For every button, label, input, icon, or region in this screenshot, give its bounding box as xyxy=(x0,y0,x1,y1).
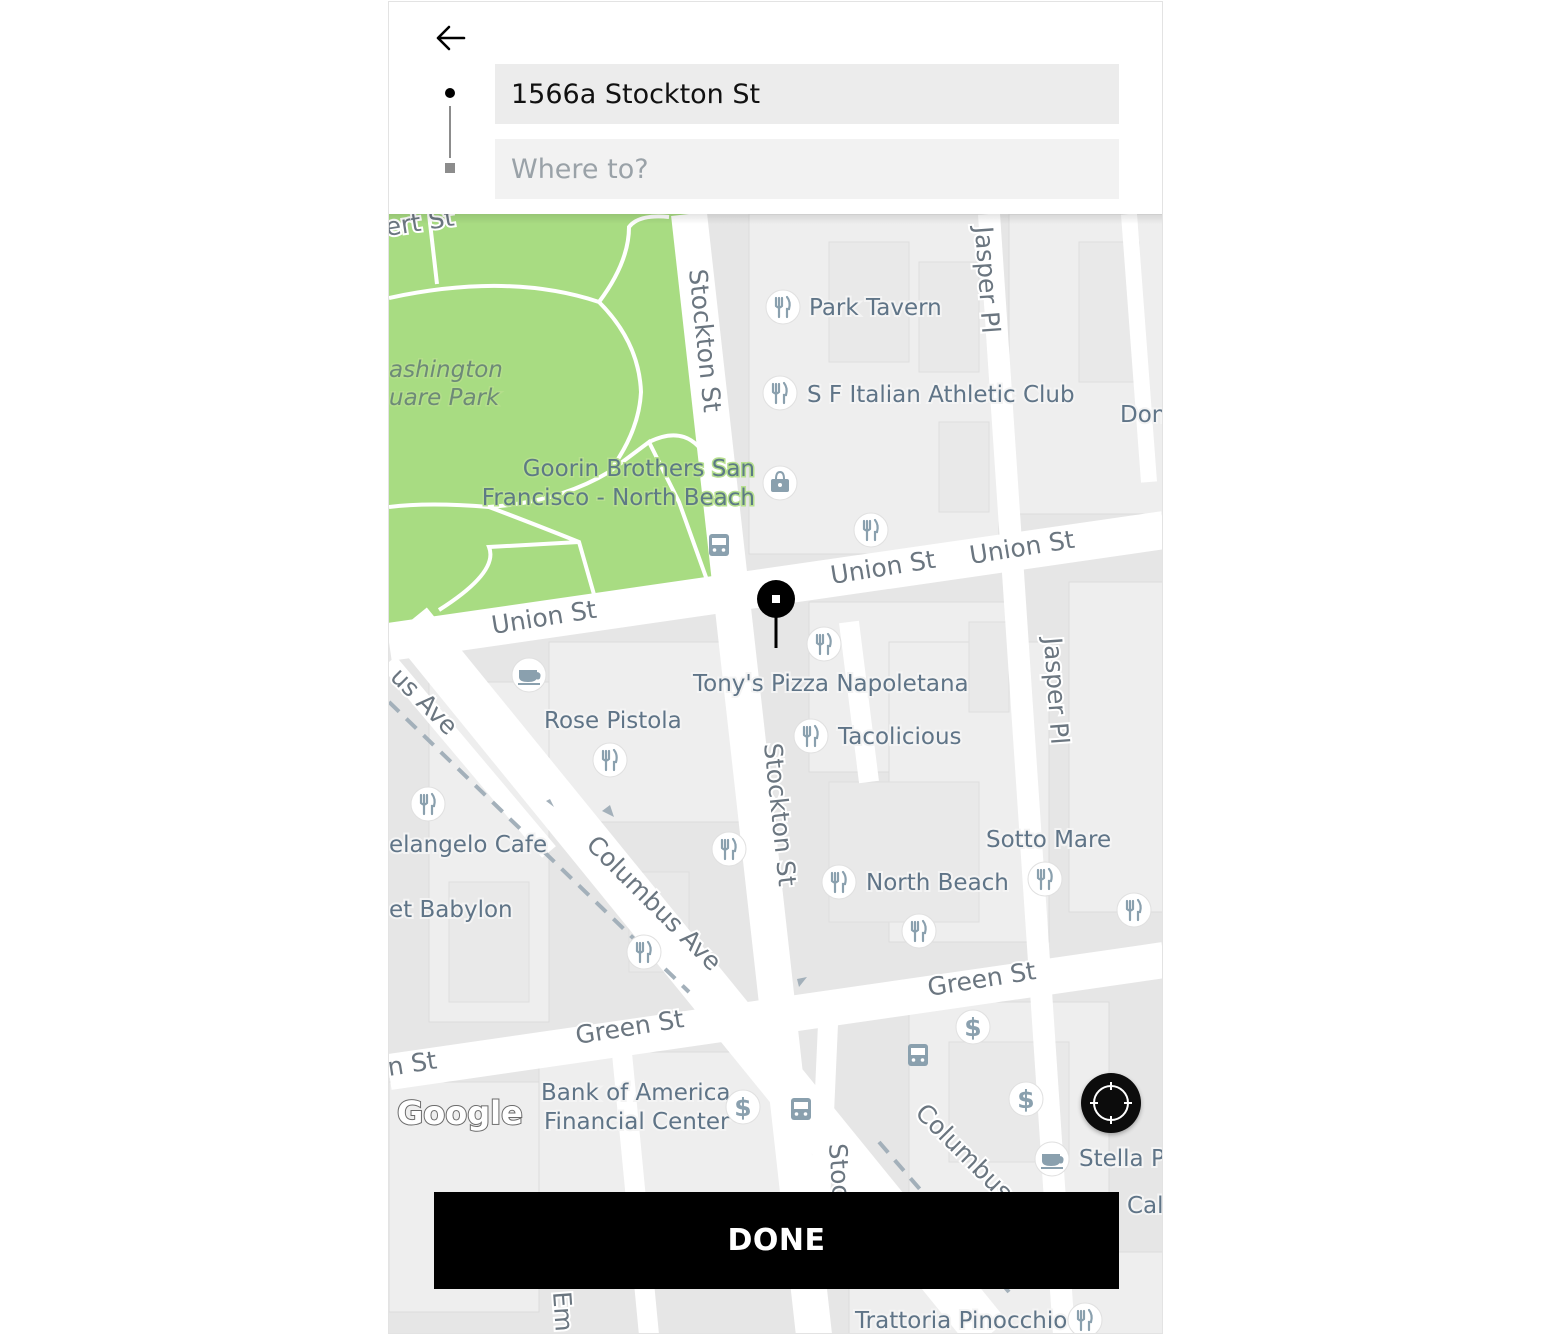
bus-stop-icon[interactable] xyxy=(791,1098,811,1120)
restaurant-icon[interactable] xyxy=(764,288,802,326)
poi-label: Don xyxy=(1120,402,1163,428)
park-label: ashington xyxy=(389,357,503,383)
bus-stop-icon[interactable] xyxy=(709,534,729,556)
park-label: uare Park xyxy=(389,385,501,411)
cafe-icon[interactable] xyxy=(511,657,547,693)
destination-input[interactable] xyxy=(495,139,1119,199)
back-arrow-icon xyxy=(436,25,466,51)
poi-label: Sotto Mare xyxy=(986,827,1111,853)
restaurant-icon[interactable] xyxy=(1066,1301,1104,1334)
cafe-icon[interactable] xyxy=(1034,1141,1070,1177)
poi-label: Park Tavern xyxy=(809,295,942,321)
phone-screen: $ xyxy=(388,1,1163,1334)
bank-icon[interactable] xyxy=(955,1009,991,1045)
shopping-bag-icon[interactable] xyxy=(762,465,798,501)
restaurant-icon[interactable] xyxy=(792,717,830,755)
street-label: Stoc xyxy=(823,1142,856,1199)
restaurant-icon[interactable] xyxy=(1026,860,1064,898)
poi-label: et Babylon xyxy=(389,897,513,923)
header-shadow xyxy=(389,214,1162,224)
bus-stop-icon[interactable] xyxy=(908,1044,928,1066)
restaurant-icon[interactable] xyxy=(710,830,748,868)
restaurant-icon[interactable] xyxy=(900,912,938,950)
poi-label: Trattoria Pinocchio xyxy=(854,1308,1067,1334)
poi-label: elangelo Cafe xyxy=(389,832,547,858)
restaurant-icon[interactable] xyxy=(820,863,858,901)
poi-label: North Beach xyxy=(866,870,1009,896)
poi-label: Bank of America xyxy=(541,1080,730,1106)
crosshair-icon xyxy=(1090,1082,1132,1124)
poi-label: Tony's Pizza Napoletana xyxy=(692,671,969,697)
origin-dot-icon xyxy=(445,88,455,98)
street-label: Em xyxy=(547,1290,579,1332)
bank-icon[interactable] xyxy=(1008,1081,1044,1117)
restaurant-icon[interactable] xyxy=(1115,891,1153,929)
restaurant-icon[interactable] xyxy=(852,511,890,549)
poi-label: Francisco - North Beach xyxy=(482,485,755,511)
locate-me-button[interactable] xyxy=(1081,1073,1141,1133)
done-button[interactable]: DONE xyxy=(434,1192,1119,1289)
poi-label: S F Italian Athletic Club xyxy=(807,382,1075,408)
trip-header xyxy=(389,2,1162,214)
route-connector xyxy=(449,106,451,158)
restaurant-icon[interactable] xyxy=(625,933,663,971)
poi-label: Rose Pistola xyxy=(544,708,682,734)
destination-square-icon xyxy=(445,163,455,173)
back-button[interactable] xyxy=(431,20,471,56)
restaurant-icon[interactable] xyxy=(805,625,843,663)
pickup-input[interactable] xyxy=(495,64,1119,124)
bank-icon[interactable] xyxy=(725,1089,761,1125)
poi-label: Cal xyxy=(1127,1193,1163,1219)
restaurant-icon[interactable] xyxy=(409,785,447,823)
restaurant-icon[interactable] xyxy=(591,741,629,779)
poi-label: Tacolicious xyxy=(837,724,962,750)
poi-label: Goorin Brothers San xyxy=(523,456,755,482)
poi-label: Stella Pa xyxy=(1079,1146,1163,1172)
map-view[interactable]: $ xyxy=(389,200,1163,1334)
poi-label: Financial Center xyxy=(544,1109,730,1135)
google-logo: Google xyxy=(397,1094,523,1132)
restaurant-icon[interactable] xyxy=(761,374,799,412)
